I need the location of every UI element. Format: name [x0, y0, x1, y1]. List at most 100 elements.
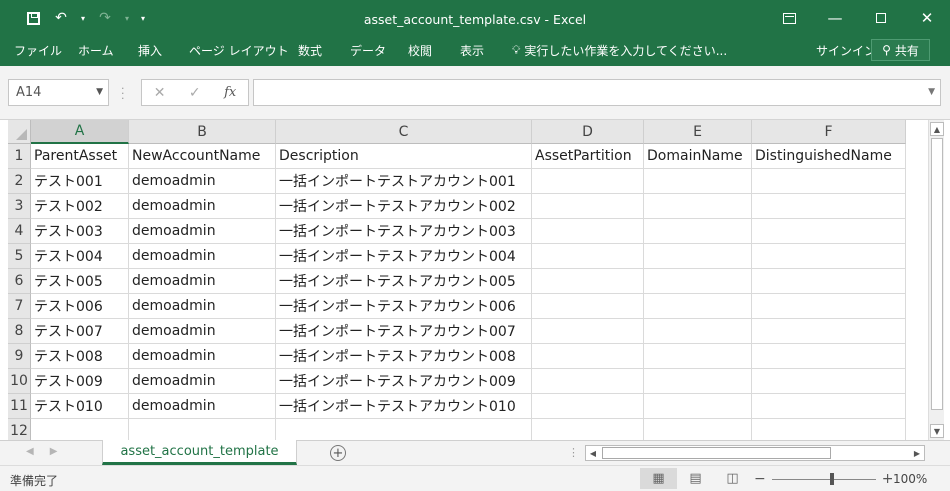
cell-f1[interactable]: DistinguishedName: [752, 144, 906, 169]
scroll-left-icon[interactable]: ◀: [586, 446, 600, 460]
cell-a8[interactable]: テスト007: [31, 319, 129, 344]
cell-e1[interactable]: DomainName: [644, 144, 752, 169]
horizontal-scroll-thumb[interactable]: [602, 447, 831, 459]
enter-icon[interactable]: ✓: [189, 85, 201, 101]
column-header-b[interactable]: B: [129, 120, 276, 144]
scroll-up-icon[interactable]: ▲: [930, 122, 944, 136]
page-layout-view-button[interactable]: ▤: [677, 468, 714, 489]
sign-in-link[interactable]: サインイン: [816, 42, 876, 59]
cell-d6[interactable]: [532, 269, 644, 294]
cell-f7[interactable]: [752, 294, 906, 319]
cell-e2[interactable]: [644, 169, 752, 194]
cell-b9[interactable]: demoadmin: [129, 344, 276, 369]
cell-b8[interactable]: demoadmin: [129, 319, 276, 344]
cell-d10[interactable]: [532, 369, 644, 394]
cell-f3[interactable]: [752, 194, 906, 219]
cell-e11[interactable]: [644, 394, 752, 419]
cell-f9[interactable]: [752, 344, 906, 369]
cell-d8[interactable]: [532, 319, 644, 344]
cell-c8[interactable]: 一括インポートテストアカウント007: [276, 319, 532, 344]
cell-a3[interactable]: テスト002: [31, 194, 129, 219]
tab-page-layout[interactable]: ページ レイアウト: [189, 42, 289, 59]
cell-f6[interactable]: [752, 269, 906, 294]
cell-b3[interactable]: demoadmin: [129, 194, 276, 219]
column-header-d[interactable]: D: [532, 120, 644, 144]
cell-c1[interactable]: Description: [276, 144, 532, 169]
cell-e8[interactable]: [644, 319, 752, 344]
row-header-7[interactable]: 7: [8, 294, 31, 319]
cell-b4[interactable]: demoadmin: [129, 219, 276, 244]
cell-c7[interactable]: 一括インポートテストアカウント006: [276, 294, 532, 319]
cell-d9[interactable]: [532, 344, 644, 369]
next-sheet-icon[interactable]: ▶: [50, 446, 58, 457]
cell-c9[interactable]: 一括インポートテストアカウント008: [276, 344, 532, 369]
cell-c11[interactable]: 一括インポートテストアカウント010: [276, 394, 532, 419]
column-header-f[interactable]: F: [752, 120, 906, 144]
row-header-11[interactable]: 11: [8, 394, 31, 419]
maximize-button[interactable]: [858, 0, 904, 36]
row-header-9[interactable]: 9: [8, 344, 31, 369]
row-header-4[interactable]: 4: [8, 219, 31, 244]
cell-a9[interactable]: テスト008: [31, 344, 129, 369]
page-break-view-button[interactable]: ◫: [714, 468, 751, 489]
tab-split-grip[interactable]: ⋮: [568, 446, 579, 459]
column-header-c[interactable]: C: [276, 120, 532, 144]
close-button[interactable]: ✕: [904, 0, 950, 36]
add-sheet-icon[interactable]: +: [330, 445, 346, 461]
cell-f10[interactable]: [752, 369, 906, 394]
cell-b10[interactable]: demoadmin: [129, 369, 276, 394]
name-box[interactable]: A14 ▼: [8, 79, 109, 106]
chevron-down-icon[interactable]: ▼: [96, 87, 103, 97]
zoom-knob[interactable]: [829, 472, 834, 485]
scroll-right-icon[interactable]: ▶: [910, 446, 924, 460]
cell-d4[interactable]: [532, 219, 644, 244]
cell-a11[interactable]: テスト010: [31, 394, 129, 419]
row-header-1[interactable]: 1: [8, 144, 31, 169]
cell-a5[interactable]: テスト004: [31, 244, 129, 269]
vertical-scroll-thumb[interactable]: [931, 138, 943, 410]
cell-f2[interactable]: [752, 169, 906, 194]
share-button[interactable]: ⚲ 共有: [871, 39, 930, 61]
tab-home[interactable]: ホーム: [78, 42, 114, 59]
cell-f4[interactable]: [752, 219, 906, 244]
cell-e12[interactable]: [644, 419, 752, 440]
cell-e5[interactable]: [644, 244, 752, 269]
cell-d5[interactable]: [532, 244, 644, 269]
column-header-e[interactable]: E: [644, 120, 752, 144]
column-header-a[interactable]: A: [31, 120, 129, 144]
tab-view[interactable]: 表示: [460, 42, 484, 59]
cell-c12[interactable]: [276, 419, 532, 440]
sheet-tab-active[interactable]: asset_account_template: [102, 440, 297, 465]
tab-formulas[interactable]: 数式: [298, 42, 322, 59]
cell-b12[interactable]: [129, 419, 276, 440]
normal-view-button[interactable]: ▦: [640, 468, 677, 489]
horizontal-scrollbar[interactable]: ◀ ▶: [585, 445, 925, 461]
row-header-6[interactable]: 6: [8, 269, 31, 294]
cell-a2[interactable]: テスト001: [31, 169, 129, 194]
cancel-icon[interactable]: ✕: [154, 85, 166, 101]
cell-d11[interactable]: [532, 394, 644, 419]
tab-file[interactable]: ファイル: [14, 42, 62, 59]
select-all-button[interactable]: [8, 120, 31, 144]
zoom-track[interactable]: [771, 472, 876, 485]
cell-c10[interactable]: 一括インポートテストアカウント009: [276, 369, 532, 394]
tab-data[interactable]: データ: [350, 42, 386, 59]
cell-b2[interactable]: demoadmin: [129, 169, 276, 194]
cell-e3[interactable]: [644, 194, 752, 219]
cell-d1[interactable]: AssetPartition: [532, 144, 644, 169]
row-header-8[interactable]: 8: [8, 319, 31, 344]
cell-c5[interactable]: 一括インポートテストアカウント004: [276, 244, 532, 269]
zoom-out-button[interactable]: −: [754, 471, 766, 487]
cell-b7[interactable]: demoadmin: [129, 294, 276, 319]
row-header-12[interactable]: 12: [8, 419, 31, 440]
minimize-button[interactable]: —: [812, 0, 858, 36]
cell-b1[interactable]: NewAccountName: [129, 144, 276, 169]
cell-b5[interactable]: demoadmin: [129, 244, 276, 269]
expand-formula-bar-icon[interactable]: ▼: [928, 87, 935, 97]
cell-a12[interactable]: [31, 419, 129, 440]
row-header-2[interactable]: 2: [8, 169, 31, 194]
cell-d7[interactable]: [532, 294, 644, 319]
cell-e10[interactable]: [644, 369, 752, 394]
vertical-scrollbar[interactable]: ▲ ▼: [928, 120, 944, 440]
row-header-3[interactable]: 3: [8, 194, 31, 219]
